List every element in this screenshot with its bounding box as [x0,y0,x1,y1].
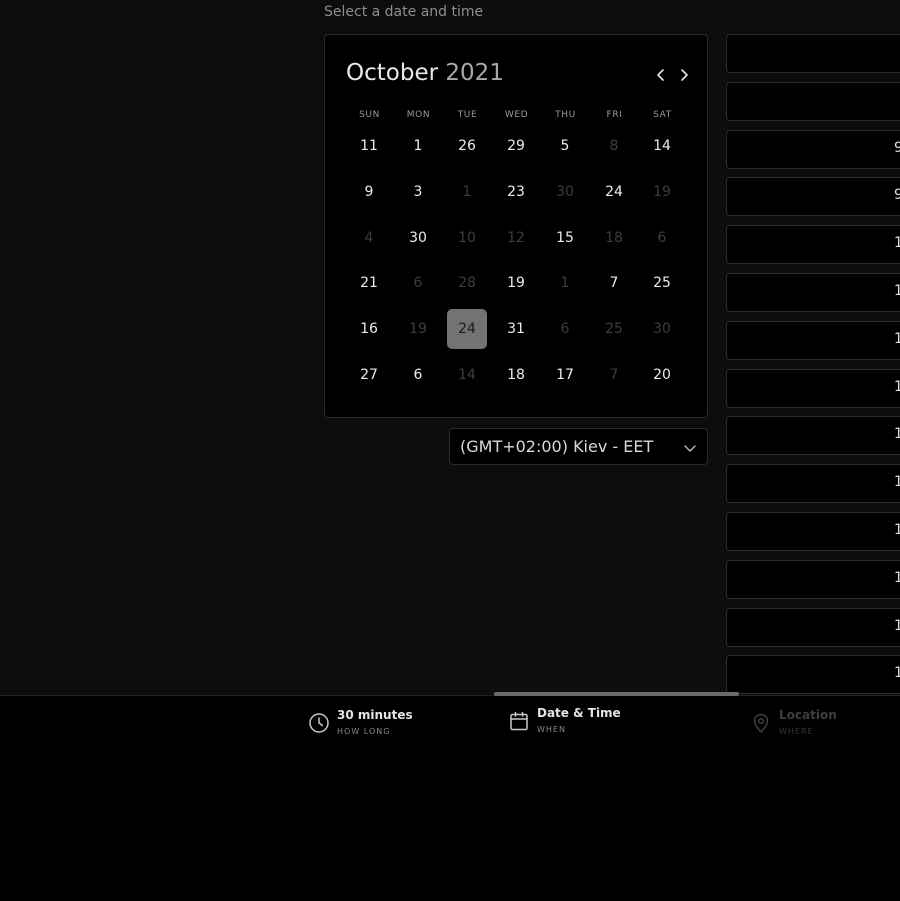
time-slot-button[interactable]: 1 [726,416,900,456]
time-slot-label: 1 [894,522,900,538]
weekday-label: SAT [653,110,672,120]
time-slot-button[interactable]: 10 [726,320,900,360]
calendar-day[interactable]: 31 [496,309,536,349]
calendar-day: 6 [413,275,423,292]
calendar-day: 25 [605,321,623,338]
calendar-day: 4 [364,229,374,246]
page-prompt: Select a date and time [324,4,484,20]
timezone-value: (GMT+02:00) Kiev - EET [460,437,654,456]
time-slot-button[interactable]: 1 [726,512,900,551]
weekday-label: SUN [359,110,380,120]
time-slot-label: 10 [894,331,900,347]
calendar-day: 1 [560,275,570,292]
calendar-day[interactable]: 14 [642,126,682,166]
time-slot-label: 1 [894,426,900,442]
chevron-down-icon [683,441,697,455]
chevron-left-icon [657,69,664,81]
calendar-day[interactable]: 3 [398,172,438,212]
step-navigation: 30 minutes HOW LONG Date & Time WHEN Loc… [0,692,900,901]
calendar-day: 30 [556,183,574,200]
chevron-right-icon [681,69,688,81]
weekday-label: FRI [606,110,623,120]
time-slot-button[interactable]: 9 [726,177,900,217]
calendar-day[interactable]: 9 [349,172,389,212]
calendar-day: 30 [653,321,671,338]
time-slot-label: 1 [894,618,900,634]
step-progress-indicator [494,692,739,696]
calendar-day: 10 [458,229,476,246]
calendar-day: 6 [560,321,570,338]
time-slot-label: 1 [894,665,900,681]
calendar-day: 14 [458,367,476,383]
calendar-day: 18 [605,229,623,246]
time-slot-label: 10 [894,379,900,395]
calendar-day: 12 [507,229,525,246]
calendar-day[interactable]: 30 [398,218,438,258]
calendar-day[interactable]: 17 [545,355,585,395]
weekday-label: MON [406,110,431,120]
time-slot-button[interactable]: 10 [726,273,900,312]
next-month-button[interactable] [674,63,694,87]
calendar-day: 7 [609,367,619,383]
time-slot-button[interactable]: 1 [726,655,900,695]
step-duration-title: 30 minutes [337,708,413,722]
previous-month-button[interactable] [651,63,671,87]
calendar-day[interactable]: 16 [349,309,389,349]
calendar-day[interactable]: 19 [496,263,536,303]
step-location-subtitle: WHERE [779,727,814,736]
calendar-day-selected[interactable]: 24 [447,309,487,350]
map-pin-icon [750,712,772,734]
calendar-day[interactable]: 26 [447,126,487,166]
calendar-day: 19 [653,183,671,200]
calendar-day[interactable]: 25 [642,263,682,303]
calendar-day[interactable]: 1 [398,126,438,166]
calendar-day[interactable]: 24 [594,172,634,212]
time-slot-label: 9 [894,187,900,203]
weekday-label: THU [555,110,576,120]
step-location-title: Location [779,708,837,722]
calendar-month: October [346,60,439,86]
time-slot-label: 10 [894,283,900,299]
calendar: October 2021 SUN MON TUE WED THU FRI SAT 11 1 26… [324,34,708,418]
calendar-day[interactable]: 6 [398,355,438,395]
time-slot-label: 1 [894,570,900,586]
clock-icon [308,712,330,734]
time-slot-button[interactable]: 1 [726,607,900,647]
timezone-select[interactable]: (GMT+02:00) Kiev - EET [449,428,708,465]
calendar-day[interactable]: 15 [545,218,585,258]
step-date-time-title: Date & Time [537,706,621,720]
calendar-year: 2021 [445,60,504,86]
calendar-day[interactable]: 21 [349,263,389,303]
time-slot-button[interactable]: 9 [726,129,900,169]
step-date-time-subtitle: WHEN [537,725,566,734]
time-slot-button[interactable] [726,81,900,121]
time-slot-button[interactable]: 1 [726,559,900,599]
calendar-day[interactable]: 20 [642,355,682,395]
calendar-day[interactable]: 29 [496,126,536,166]
time-slot-label: 1 [894,474,900,490]
calendar-day[interactable]: 5 [545,126,585,166]
calendar-day: 1 [462,183,472,200]
weekday-label: WED [504,110,529,120]
weekday-label: TUE [457,110,478,120]
calendar-day[interactable]: 27 [349,355,389,395]
time-slot-button[interactable]: 10 [726,368,900,408]
calendar-day[interactable]: 11 [349,126,389,166]
calendar-day: 8 [609,138,619,154]
calendar-day: 6 [657,229,667,246]
time-slot-button[interactable]: 10 [726,225,900,265]
calendar-day[interactable]: 23 [496,172,536,212]
time-slot-label: 10 [894,235,900,251]
time-slot-button[interactable]: 1 [726,464,900,504]
calendar-title: October 2021 [346,60,504,86]
time-slot-button[interactable] [726,34,900,73]
calendar-icon [508,710,530,732]
calendar-day[interactable]: 7 [594,263,634,303]
time-slot-label: 9 [894,140,900,156]
scheduler-main: Select a date and time October 2021 SUN M… [0,0,900,695]
calendar-day: 19 [409,321,427,338]
calendar-day: 28 [458,275,476,292]
calendar-day[interactable]: 18 [496,355,536,395]
step-duration-subtitle: HOW LONG [337,727,391,736]
